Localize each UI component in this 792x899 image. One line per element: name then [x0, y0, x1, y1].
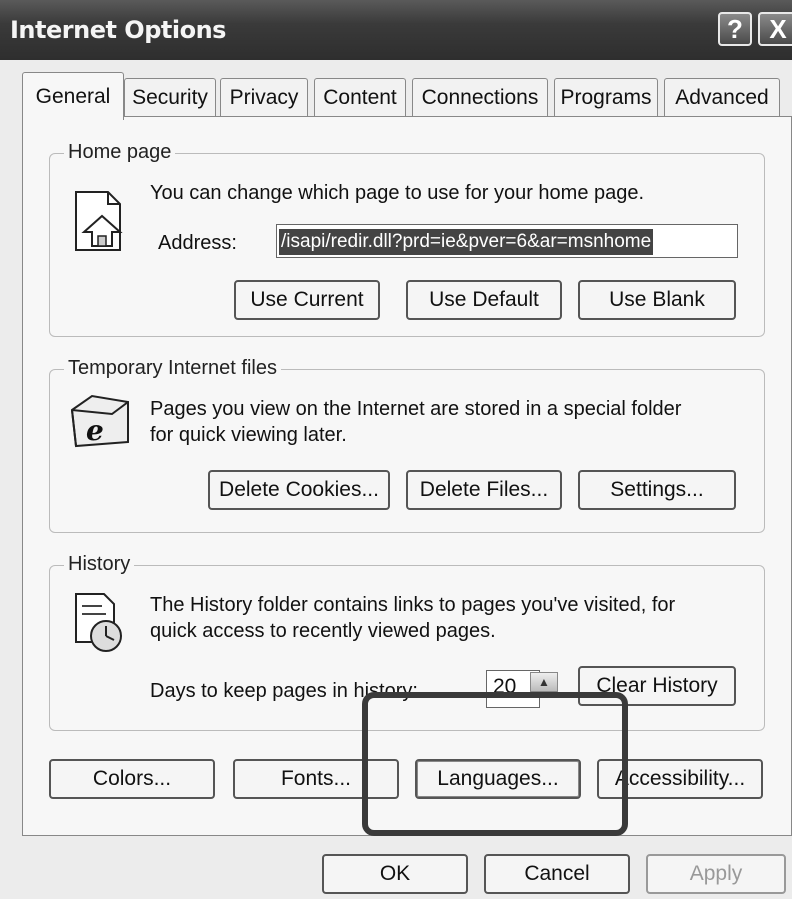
home-page-group-label: Home page — [64, 141, 176, 164]
delete-cookies-button[interactable]: Delete Cookies... — [208, 470, 390, 510]
colors-button[interactable]: Colors... — [49, 759, 215, 799]
cancel-button[interactable]: Cancel — [484, 854, 630, 894]
languages-button[interactable]: Languages... — [415, 759, 581, 799]
general-tab-panel: Home page You can change which page to u… — [22, 116, 792, 836]
home-page-icon — [70, 188, 130, 263]
help-button[interactable]: ? — [718, 12, 752, 46]
window-title: Internet Options — [10, 16, 226, 44]
spin-up-arrow-icon[interactable]: ▲ — [530, 672, 558, 692]
use-default-button[interactable]: Use Default — [406, 280, 562, 320]
close-button[interactable]: X — [758, 12, 792, 46]
use-blank-button[interactable]: Use Blank — [578, 280, 736, 320]
tab-content[interactable]: Content — [314, 78, 406, 116]
clear-history-button[interactable]: Clear History — [578, 666, 736, 706]
history-group: History The History folder contains link… — [49, 553, 765, 731]
tab-advanced[interactable]: Advanced — [664, 78, 780, 116]
tab-general[interactable]: General — [22, 72, 124, 120]
temp-files-description-line2: for quick viewing later. — [150, 424, 347, 446]
address-value: /isapi/redir.dll?prd=ie&pver=6&ar=msnhom… — [279, 229, 654, 255]
ie-folder-icon: e — [68, 392, 134, 455]
tab-privacy[interactable]: Privacy — [220, 78, 308, 116]
home-page-description: You can change which page to use for you… — [150, 182, 645, 204]
history-description-line2: quick access to recently viewed pages. — [150, 620, 496, 642]
apply-button[interactable]: Apply — [646, 854, 786, 894]
history-description-line1: The History folder contains links to pag… — [150, 594, 676, 616]
accessibility-button[interactable]: Accessibility... — [597, 759, 763, 799]
tab-connections[interactable]: Connections — [412, 78, 548, 116]
ok-button[interactable]: OK — [322, 854, 468, 894]
internet-options-dialog: Internet Options ? X General Security Pr… — [0, 0, 792, 899]
history-clock-icon — [72, 590, 128, 659]
fonts-button[interactable]: Fonts... — [233, 759, 399, 799]
temp-files-description-line1: Pages you view on the Internet are store… — [150, 398, 682, 420]
settings-button[interactable]: Settings... — [578, 470, 736, 510]
delete-files-button[interactable]: Delete Files... — [406, 470, 562, 510]
svg-text:e: e — [86, 414, 104, 447]
history-group-label: History — [64, 553, 135, 576]
address-label: Address: — [158, 232, 237, 254]
tab-programs[interactable]: Programs — [554, 78, 658, 116]
tab-security[interactable]: Security — [124, 78, 216, 116]
temp-files-group: Temporary Internet files e Pages you vie… — [49, 357, 765, 533]
title-bar[interactable]: Internet Options ? X — [0, 0, 792, 60]
use-current-button[interactable]: Use Current — [234, 280, 380, 320]
address-field[interactable]: /isapi/redir.dll?prd=ie&pver=6&ar=msnhom… — [276, 224, 738, 258]
days-to-keep-label: Days to keep pages in history: — [150, 680, 418, 702]
temp-files-group-label: Temporary Internet files — [64, 357, 281, 380]
home-page-group: Home page You can change which page to u… — [49, 141, 765, 337]
